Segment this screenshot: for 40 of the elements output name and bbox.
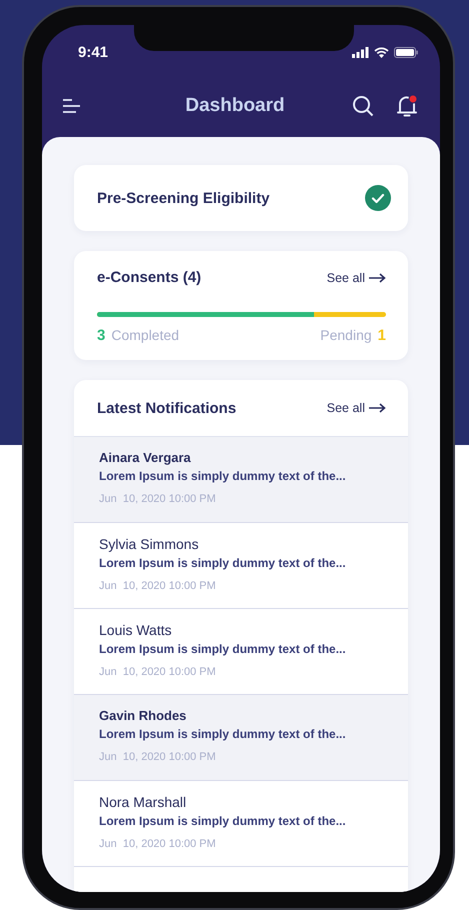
battery-icon <box>394 46 418 58</box>
notification-message: Lorem Ipsum is simply dummy text of the... <box>99 469 347 483</box>
notification-item[interactable]: Ainara Vergara Lorem Ipsum is simply dummy text of the... Jun 10, 2020 10:00 PM <box>74 437 408 523</box>
notification-time: Jun 10, 2020 10:00 PM <box>99 493 217 505</box>
pending-count: 1 <box>378 327 386 344</box>
notification-message: Lorem Ipsum is simply dummy text of the... <box>99 556 347 570</box>
menu-icon[interactable] <box>62 98 82 114</box>
see-all-link[interactable]: See all <box>326 270 386 284</box>
eligibility-card[interactable]: Pre-Screening Eligibility <box>74 165 408 231</box>
screen-title: Dashboard <box>184 95 286 117</box>
completed-label: Completed <box>111 327 180 343</box>
notification-item[interactable]: Nora Marshall Lorem Ipsum is simply dummy text of the... Jun 10, 2020 10:00 PM <box>74 781 408 867</box>
notifications-title: Latest Notifications <box>97 400 236 416</box>
signal-icon <box>352 46 369 58</box>
sender-name: Nora Marshall <box>99 794 188 810</box>
notification-time: Jun 10, 2020 10:00 PM <box>99 666 217 678</box>
notification-time: Jun 10, 2020 10:00 PM <box>99 838 217 850</box>
notification-message: Lorem Ipsum is simply dummy text of the... <box>99 727 347 741</box>
arrow-right-icon <box>368 272 386 282</box>
status-time: 9:41 <box>78 42 108 60</box>
arrow-right-icon <box>368 403 386 413</box>
eligibility-title: Pre-Screening Eligibility <box>97 190 270 206</box>
wifi-icon <box>374 46 389 58</box>
completed-count: 3 <box>97 327 106 344</box>
notification-time: Jun 10, 2020 10:00 PM <box>99 580 217 592</box>
notification-message: Lorem Ipsum is simply dummy text of the... <box>99 642 347 656</box>
see-all-link[interactable]: See all <box>326 401 386 415</box>
sender-name: Gavin Rhodes <box>99 708 188 723</box>
pending-label: Pending <box>320 327 372 343</box>
bell-icon[interactable] <box>396 94 418 118</box>
sender-name: Sylvia Simmons <box>99 536 200 552</box>
sender-name: Ainara Vergara <box>99 450 192 465</box>
notification-time: Jun 10, 2020 10:00 PM <box>99 751 217 763</box>
notification-message: Lorem Ipsum is simply dummy text of the... <box>99 814 347 828</box>
sender-name: Louis Watts <box>99 622 173 638</box>
consents-title: e-Consents (4) <box>97 269 202 286</box>
notification-item[interactable]: Louis Watts Lorem Ipsum is simply dummy text of the... Jun 10, 2020 10:00 PM <box>74 609 408 695</box>
search-icon[interactable] <box>352 95 374 117</box>
notification-item[interactable]: Sylvia Simmons Lorem Ipsum is simply dummy text of the... Jun 10, 2020 10:00 PM <box>74 523 408 609</box>
notification-item[interactable]: Gavin Rhodes Lorem Ipsum is simply dummy text of the... Jun 10, 2020 10:00 PM <box>74 695 408 781</box>
